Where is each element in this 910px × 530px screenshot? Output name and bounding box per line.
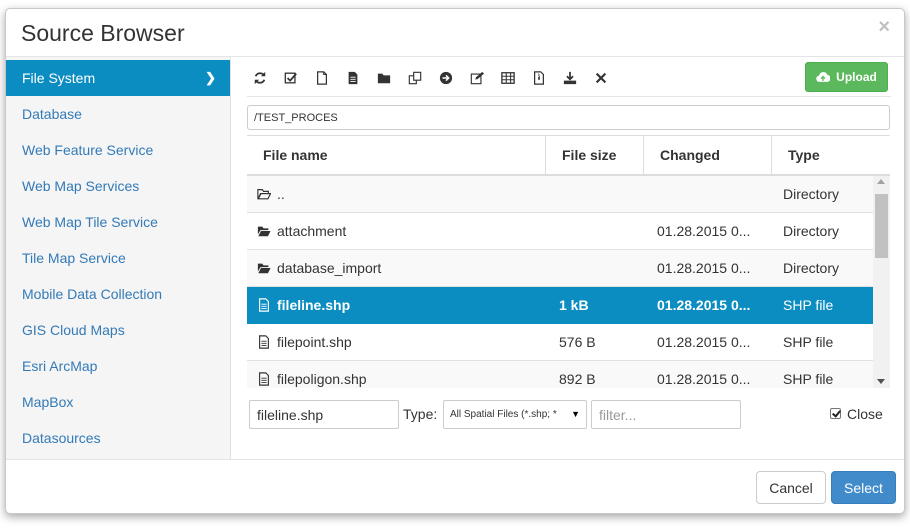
file-icon [259,372,269,386]
upload-button[interactable]: Upload [805,62,888,92]
file-table-header: File name File size Changed Type [247,135,890,176]
check-square-icon[interactable] [280,67,302,89]
file-text-icon[interactable] [342,67,364,89]
file-type: Directory [783,223,840,239]
file-name: filepoligon.shp [277,371,367,387]
file-icon [259,298,269,312]
sidebar-item-web-map-services[interactable]: Web Map Services [6,168,230,204]
new-file-icon[interactable] [311,67,333,89]
sidebar-item-mobile-data-collection[interactable]: Mobile Data Collection [6,276,230,312]
copy-icon[interactable] [404,67,426,89]
table-row[interactable]: database_import 01.28.2015 0... Director… [247,250,873,287]
file-changed: 01.28.2015 0... [657,297,751,313]
refresh-icon[interactable] [249,67,271,89]
sidebar-item-web-map-tile-service[interactable]: Web Map Tile Service [6,204,230,240]
toolbar-divider [247,96,891,97]
arrow-circle-right-icon[interactable] [435,67,457,89]
sidebar-item-gis-cloud-maps[interactable]: GIS Cloud Maps [6,312,230,348]
close-checkbox[interactable] [830,408,841,419]
column-header-size[interactable]: File size [546,136,644,175]
filename-input[interactable] [249,400,399,429]
file-type: SHP file [783,334,834,350]
path-input[interactable] [247,105,890,130]
file-changed: 01.28.2015 0... [657,334,751,350]
download-icon[interactable] [559,67,581,89]
cancel-button[interactable]: Cancel [756,471,826,504]
file-changed [657,176,759,212]
file-size: 1 kB [559,297,589,313]
dialog-header: Source Browser × [6,9,904,57]
cloud-upload-icon [816,72,831,82]
sidebar-item-esri-arcmap[interactable]: Esri ArcMap [6,348,230,384]
sidebar-item-label: File System [22,70,96,86]
scroll-up-arrow-icon[interactable] [877,179,885,184]
sidebar-item-tile-map-service[interactable]: Tile Map Service [6,240,230,276]
file-changed: 01.28.2015 0... [657,260,751,276]
scrollbar-thumb[interactable] [875,194,888,258]
file-size: 576 B [559,334,596,350]
dialog-footer: Cancel Select [6,459,904,513]
close-icon[interactable]: × [878,16,890,38]
file-name: fileline.shp [277,297,351,313]
select-button[interactable]: Select [831,471,896,504]
folder-icon[interactable] [373,67,395,89]
file-type: Directory [783,260,840,276]
folder-open-icon [257,263,271,274]
file-toolbar [247,60,891,97]
column-header-changed[interactable]: Changed [644,136,772,175]
folder-open-icon [257,226,271,237]
type-select-value: All Spatial Files (*.shp; * [450,409,557,420]
table-row[interactable]: attachment 01.28.2015 0... Directory [247,213,873,250]
file-changed: 01.28.2015 0... [657,371,751,387]
sidebar-item-file-system[interactable]: File System ❯ [6,60,230,96]
folder-open-icon [257,189,271,200]
table-icon[interactable] [497,67,519,89]
scroll-down-arrow-icon[interactable] [877,379,885,384]
upload-label: Upload [836,70,877,84]
zip-file-icon[interactable] [528,67,550,89]
file-size [559,213,649,249]
source-browser-dialog: Source Browser × File System ❯ Database … [5,8,905,514]
filter-input[interactable] [591,400,741,429]
file-name: filepoint.shp [277,334,352,350]
dialog-title: Source Browser [21,20,185,46]
table-row[interactable]: filepoint.shp 576 B 01.28.2015 0... SHP … [247,324,873,361]
column-header-type[interactable]: Type [772,136,890,175]
file-size [559,176,649,212]
table-row[interactable]: .. Directory [247,176,873,213]
type-select[interactable]: All Spatial Files (*.shp; * ▼ [443,400,587,429]
file-changed: 01.28.2015 0... [657,223,751,239]
table-row[interactable]: filepoligon.shp 892 B 01.28.2015 0... SH… [247,361,873,388]
file-type: SHP file [783,297,834,313]
table-row-selected[interactable]: fileline.shp 1 kB 01.28.2015 0... SHP fi… [247,287,873,324]
caret-down-icon: ▼ [571,409,580,419]
file-name: .. [277,186,285,202]
file-size [559,250,649,286]
close-checkbox-label: Close [847,406,883,422]
type-label: Type: [403,406,438,422]
delete-icon[interactable] [590,67,612,89]
file-type: SHP file [783,371,834,387]
file-table-body: .. Directory attachment 01.28.2015 0... … [247,176,873,388]
chevron-right-icon: ❯ [205,70,216,85]
edit-icon[interactable] [466,67,488,89]
sidebar-item-database[interactable]: Database [6,96,230,132]
file-size: 892 B [559,371,596,387]
column-header-name[interactable]: File name [247,136,546,175]
table-scrollbar[interactable] [873,176,890,388]
file-type: Directory [783,186,840,202]
sidebar-item-datasources[interactable]: Datasources [6,420,230,456]
file-name: database_import [277,260,382,276]
file-name: attachment [277,223,347,239]
sidebar-item-web-feature-service[interactable]: Web Feature Service [6,132,230,168]
sidebar-item-mapbox[interactable]: MapBox [6,384,230,420]
file-icon [259,335,269,349]
source-sidebar: File System ❯ Database Web Feature Servi… [6,57,231,459]
